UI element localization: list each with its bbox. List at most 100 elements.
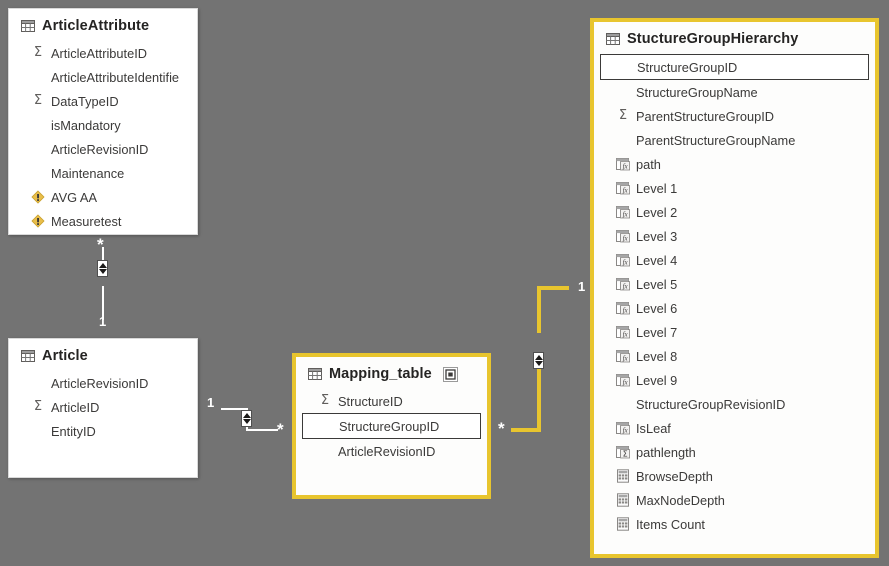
field-label: Level 1	[636, 180, 678, 196]
field-label: Level 8	[636, 348, 678, 364]
field-row[interactable]: AVG AA	[9, 185, 197, 209]
table-name: Mapping_table	[329, 366, 432, 382]
cardinality-label-one: 1	[99, 314, 107, 329]
field-label: Level 6	[636, 300, 678, 316]
field-label: StructureGroupName	[636, 84, 758, 100]
table-header[interactable]: Article	[9, 339, 197, 371]
field-row-selected[interactable]: StructureGroupID	[302, 413, 481, 439]
cross-filter-both-icon[interactable]	[241, 410, 252, 427]
table-header[interactable]: StuctureGroupHierarchy	[594, 22, 875, 54]
field-row[interactable]: fx Level 3	[594, 224, 875, 248]
field-label: ArticleRevisionID	[51, 375, 149, 391]
field-row[interactable]: EntityID	[9, 419, 197, 443]
field-list: StructureGroupID StructureGroupName Σ Pa…	[594, 54, 875, 544]
field-row[interactable]: Σ pathlength	[594, 440, 875, 464]
field-row[interactable]: Σ DataTypeID	[9, 89, 197, 113]
nested-square-icon[interactable]	[442, 367, 458, 382]
measure-icon	[31, 214, 45, 228]
sigma-icon: Σ	[618, 108, 628, 123]
sigma-icon: Σ	[33, 93, 43, 108]
svg-text:fx: fx	[623, 426, 629, 434]
field-row[interactable]: MaxNodeDepth	[594, 488, 875, 512]
field-label: Level 5	[636, 276, 678, 292]
field-row[interactable]: Items Count	[594, 512, 875, 536]
calc-column-icon: fx	[616, 301, 630, 315]
field-row[interactable]: Σ ArticleAttributeID	[9, 41, 197, 65]
sigma-icon: Σ	[33, 399, 43, 414]
cross-filter-both-icon[interactable]	[97, 260, 108, 277]
field-list: Σ StructureID StructureGroupID ArticleRe…	[296, 389, 487, 471]
svg-text:fx: fx	[623, 282, 629, 290]
field-label: Level 2	[636, 204, 678, 220]
field-row[interactable]: Σ ArticleID	[9, 395, 197, 419]
arrow-down-icon	[534, 361, 543, 366]
field-row[interactable]: BrowseDepth	[594, 464, 875, 488]
field-row[interactable]: fx path	[594, 152, 875, 176]
table-icon	[606, 32, 620, 46]
cross-filter-both-icon[interactable]	[533, 352, 544, 369]
field-row[interactable]: ArticleRevisionID	[9, 371, 197, 395]
field-row[interactable]: StructureGroupRevisionID	[594, 392, 875, 416]
field-label: path	[636, 156, 661, 172]
table-card-articleattribute[interactable]: ArticleAttribute Σ ArticleAttributeID Ar…	[8, 8, 198, 235]
field-row[interactable]: ArticleRevisionID	[9, 137, 197, 161]
field-label: MaxNodeDepth	[636, 492, 725, 508]
field-row[interactable]: fx Level 8	[594, 344, 875, 368]
relationship-line-segment[interactable]	[537, 289, 541, 333]
arrow-down-icon	[98, 269, 107, 274]
field-label: ArticleAttributeIdentifie	[51, 69, 180, 85]
field-label: Level 7	[636, 324, 678, 340]
table-card-article[interactable]: Article ArticleRevisionID Σ ArticleID En…	[8, 338, 198, 478]
field-row[interactable]: Σ StructureID	[296, 389, 487, 413]
table-header[interactable]: ArticleAttribute	[9, 9, 197, 41]
svg-text:fx: fx	[623, 210, 629, 218]
field-row[interactable]: StructureGroupName	[594, 80, 875, 104]
relationship-line-segment[interactable]	[537, 286, 569, 290]
field-row-selected[interactable]: StructureGroupID	[600, 54, 869, 80]
model-diagram-canvas[interactable]: * 1 1 * * 1 ArticleAttribute Σ ArticleAt…	[0, 0, 889, 566]
field-row[interactable]: Σ ParentStructureGroupID	[594, 104, 875, 128]
field-label: ArticleRevisionID	[338, 443, 436, 459]
field-row[interactable]: fx Level 4	[594, 248, 875, 272]
field-label: StructureID	[338, 393, 403, 409]
field-row[interactable]: ArticleAttributeIdentifie	[9, 65, 197, 89]
svg-text:fx: fx	[623, 330, 629, 338]
hierarchy-icon	[616, 517, 630, 531]
relationship-line-segment[interactable]	[246, 429, 278, 431]
cardinality-label-many: *	[277, 420, 284, 439]
field-list: ArticleRevisionID Σ ArticleID EntityID	[9, 371, 197, 451]
field-label: BrowseDepth	[636, 468, 713, 484]
cardinality-label-one: 1	[578, 279, 586, 294]
svg-text:Σ: Σ	[623, 450, 628, 459]
sigma-icon: Σ	[33, 45, 43, 60]
field-row[interactable]: Measuretest	[9, 209, 197, 233]
table-card-mapping-table[interactable]: Mapping_table Σ StructureID StructureGro…	[292, 353, 491, 499]
svg-text:fx: fx	[623, 306, 629, 314]
table-header[interactable]: Mapping_table	[296, 357, 487, 389]
field-row[interactable]: fx Level 2	[594, 200, 875, 224]
field-label: Items Count	[636, 516, 705, 532]
field-row[interactable]: fx Level 9	[594, 368, 875, 392]
field-label: Level 3	[636, 228, 678, 244]
svg-text:fx: fx	[623, 354, 629, 362]
svg-text:fx: fx	[623, 234, 629, 242]
field-row[interactable]: isMandatory	[9, 113, 197, 137]
field-row[interactable]: fx Level 5	[594, 272, 875, 296]
cardinality-label-many: *	[97, 235, 104, 254]
field-label: Measuretest	[51, 213, 122, 229]
field-label: Level 4	[636, 252, 678, 268]
field-row[interactable]: fx Level 1	[594, 176, 875, 200]
svg-text:fx: fx	[623, 258, 629, 266]
field-row[interactable]: fx Level 7	[594, 320, 875, 344]
field-row[interactable]: ParentStructureGroupName	[594, 128, 875, 152]
table-icon	[21, 19, 35, 33]
field-label: StructureGroupID	[339, 418, 440, 434]
svg-text:fx: fx	[623, 378, 629, 386]
field-row[interactable]: fx IsLeaf	[594, 416, 875, 440]
field-row[interactable]: fx Level 6	[594, 296, 875, 320]
table-card-stucturegrouphierarchy[interactable]: StuctureGroupHierarchy StructureGroupID …	[590, 18, 879, 558]
calc-column-icon: fx	[616, 181, 630, 195]
field-row[interactable]: ArticleRevisionID	[296, 439, 487, 463]
field-list: Σ ArticleAttributeID ArticleAttributeIde…	[9, 41, 197, 234]
field-row[interactable]: Maintenance	[9, 161, 197, 185]
